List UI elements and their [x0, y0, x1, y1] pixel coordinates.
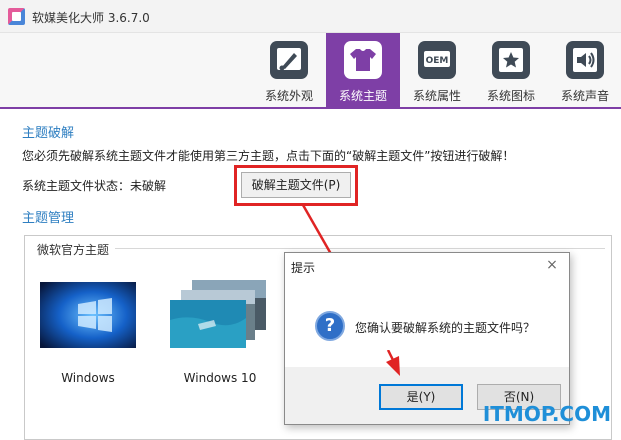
close-icon[interactable]: ×: [543, 256, 561, 274]
dialog-title: 提示: [291, 261, 316, 275]
watermark: ITMOP.COM: [482, 402, 611, 426]
confirm-dialog: 提示 × ? 您确认要破解系统的主题文件吗？ 是(Y) 否(N): [284, 252, 570, 425]
dialog-body: ? 您确认要破解系统的主题文件吗？: [285, 281, 569, 367]
arrow-head: [386, 350, 400, 376]
yes-button[interactable]: 是(Y): [379, 384, 463, 410]
dialog-message: 您确认要破解系统的主题文件吗？: [355, 321, 536, 335]
question-icon: ?: [315, 311, 345, 341]
